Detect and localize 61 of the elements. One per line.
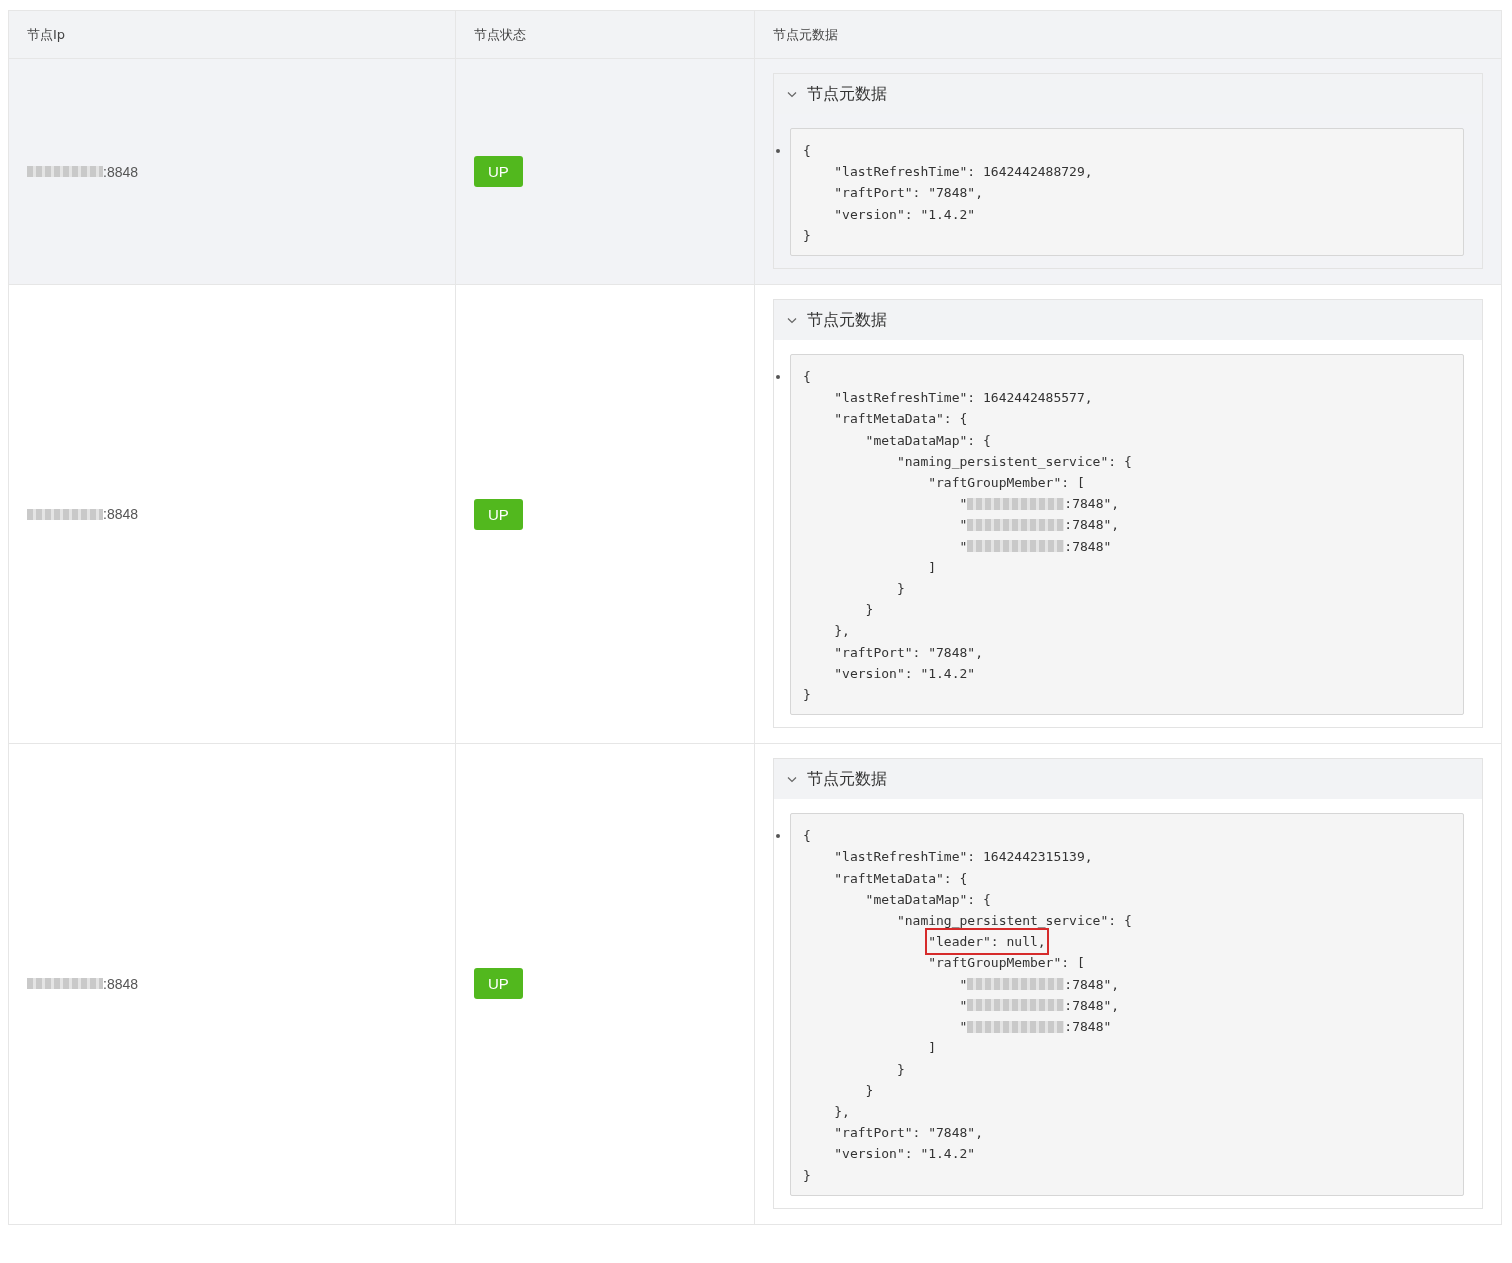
- code-line-text: ": [959, 996, 968, 1015]
- code-line: "raftPort": "7848",: [834, 1124, 983, 1143]
- code-line: "raftGroupMember": [: [928, 954, 1085, 973]
- code-line: ]: [928, 1039, 937, 1058]
- code-line: "version": "1.4.2": [834, 664, 976, 683]
- column-header-text: 节点Ip: [27, 25, 66, 44]
- code-line: "raftPort": "7848",: [834, 184, 983, 203]
- collapse-header[interactable]: 节点元数据: [774, 759, 1482, 800]
- code-line: "naming_persistent_service": {: [896, 912, 1132, 931]
- code-line: "raftMetaData": {: [834, 410, 968, 429]
- ip-port-text: :8848: [103, 163, 139, 180]
- code-line: },: [834, 1102, 850, 1121]
- column-header-text: 节点元数据: [773, 25, 838, 44]
- chevron-icon: [787, 775, 797, 783]
- code-line: {: [803, 827, 811, 846]
- code-line: "raftGroupMember": [: [928, 474, 1085, 493]
- code-line-text: :7848": [1064, 1018, 1112, 1037]
- bullet-icon: [776, 149, 780, 153]
- code-line-text: :7848",: [1064, 495, 1120, 514]
- code-line: }: [896, 1060, 905, 1079]
- code-line: },: [834, 622, 850, 641]
- code-line: }: [803, 226, 811, 245]
- code-line: "lastRefreshTime": 1642442488729,: [834, 163, 1093, 182]
- code-line: }: [803, 686, 811, 705]
- code-line: ]: [928, 558, 937, 577]
- code-line-text: ": [959, 537, 968, 556]
- collapse-header[interactable]: 节点元数据: [774, 300, 1482, 340]
- ip-port-text: :8848: [103, 506, 139, 523]
- code-line: "metaDataMap": {: [865, 890, 991, 909]
- code-line: }: [896, 580, 905, 599]
- bullet-icon: [776, 375, 780, 379]
- column-header-text: 节点状态: [474, 25, 526, 44]
- code-line: }: [865, 1081, 874, 1100]
- code-line-text: :7848",: [1064, 516, 1120, 535]
- status-badge: UP: [474, 156, 523, 187]
- code-line-text: ": [959, 1018, 968, 1037]
- code-line: "lastRefreshTime": 1642442315139,: [834, 848, 1093, 867]
- code-line: }: [803, 1166, 811, 1185]
- code-line-text: ": [959, 516, 968, 535]
- chevron-icon: [787, 90, 797, 98]
- code-line: "version": "1.4.2": [834, 1145, 976, 1164]
- code-line: "naming_persistent_service": {: [896, 452, 1132, 471]
- code-line-text: :7848",: [1064, 975, 1120, 994]
- code-line: {: [803, 368, 811, 386]
- code-line-text: ": [959, 975, 968, 994]
- status-badge: UP: [474, 498, 523, 530]
- code-line-text: :7848": [1064, 537, 1112, 556]
- code-line-text: ": [959, 495, 968, 514]
- ip-port-text: :8848: [103, 976, 139, 992]
- code-line: {: [803, 142, 811, 160]
- bullet-icon: [776, 834, 780, 839]
- chevron-icon: [787, 316, 797, 324]
- code-line: "metaDataMap": {: [865, 431, 991, 450]
- code-line-text: :7848",: [1064, 996, 1120, 1015]
- code-line: "lastRefreshTime": 1642442485577,: [834, 389, 1093, 408]
- highlighted-code-line: "leader": null,: [928, 931, 1046, 953]
- code-line: }: [865, 601, 874, 620]
- code-line: "raftMetaData": {: [834, 869, 968, 888]
- code-line: "version": "1.4.2": [834, 205, 976, 224]
- code-line: "raftPort": "7848",: [834, 643, 983, 662]
- status-badge: UP: [474, 968, 523, 1000]
